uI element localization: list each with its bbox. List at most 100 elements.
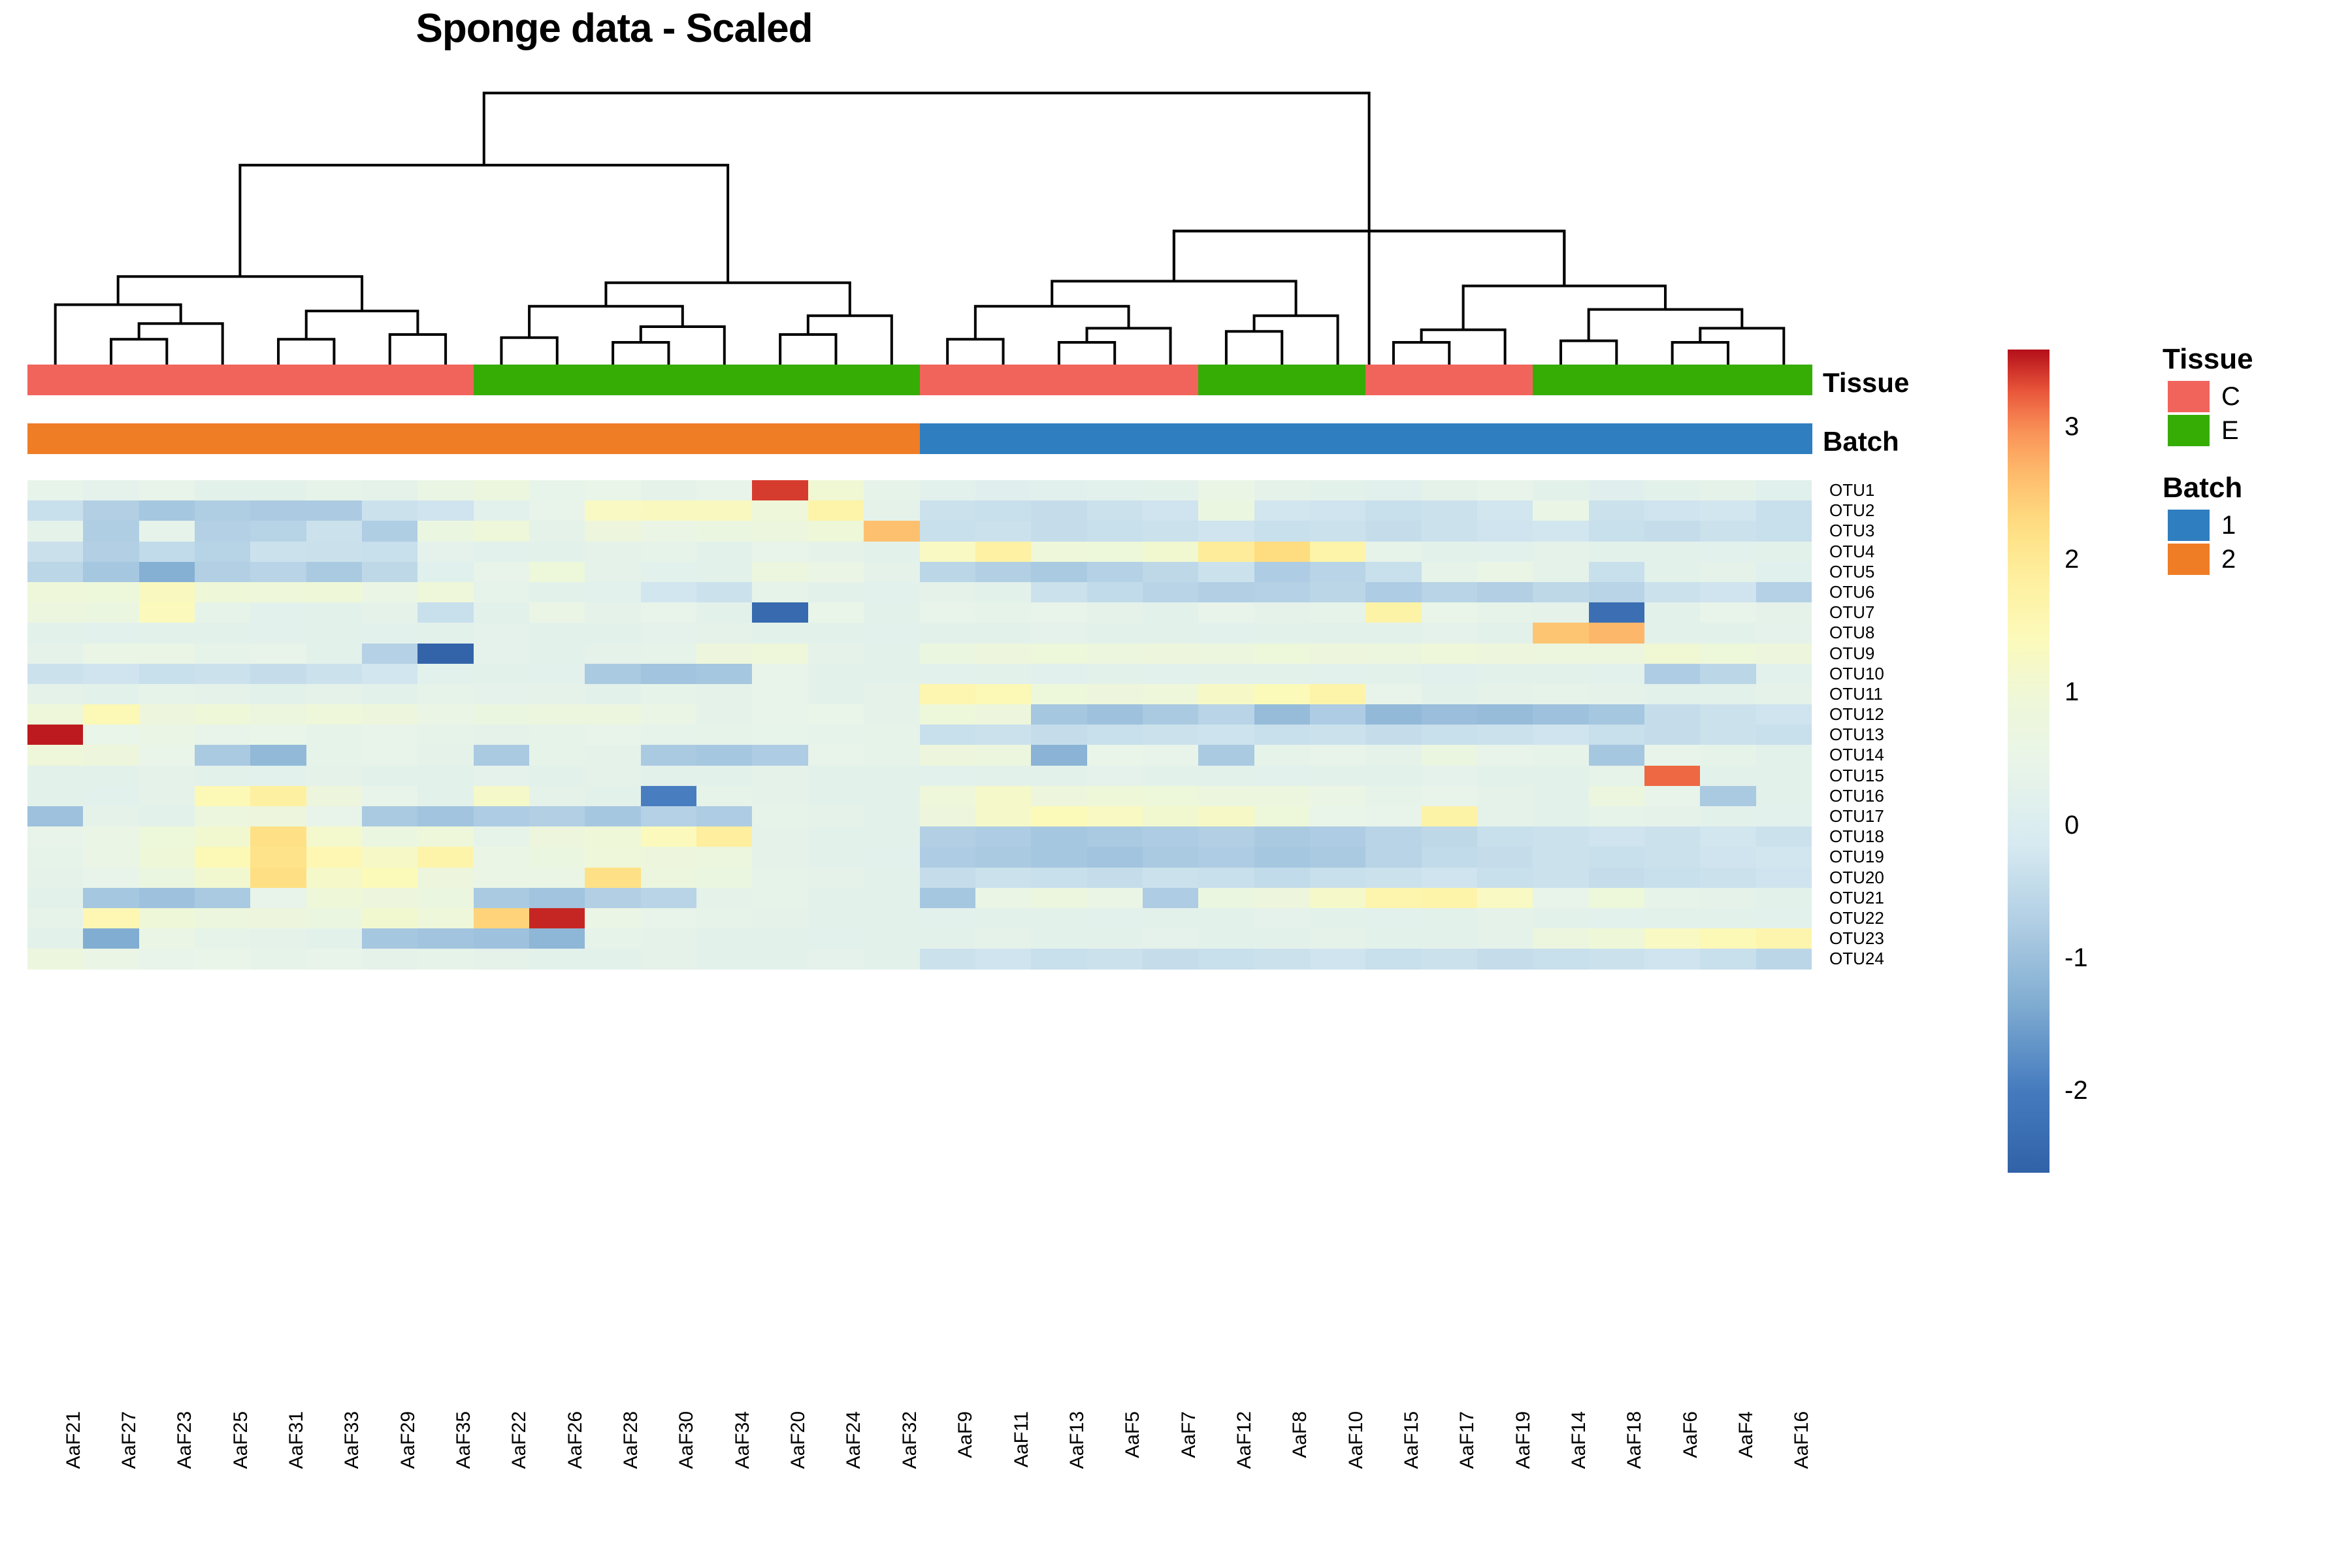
heatmap-cell [808,826,864,847]
heatmap-cell [640,521,697,542]
annotation-segment [975,365,1032,395]
heatmap-cell [27,928,84,949]
heatmap-cell [417,541,474,562]
heatmap-cell [362,949,418,970]
heatmap-cell [250,663,306,684]
heatmap-cell [1644,643,1701,664]
heatmap-cell [585,561,641,582]
column-label: AaF33 [341,1411,363,1469]
heatmap-cell [585,663,641,684]
heatmap-cell [1086,867,1143,888]
heatmap-cell [473,521,530,542]
heatmap-cell [1588,581,1644,603]
heatmap-cell [1477,480,1533,501]
heatmap-cell [1588,643,1644,664]
heatmap-cell [1365,928,1422,949]
heatmap-cell [1477,806,1533,827]
heatmap-cell [529,623,585,644]
heatmap-cell [640,867,697,888]
heatmap-cell [1365,643,1422,664]
heatmap-cell [808,785,864,806]
heatmap-cell [864,602,920,623]
heatmap-cell [139,521,195,542]
heatmap-cell [1421,745,1477,766]
heatmap-cell [1142,765,1199,786]
heatmap-cell [1142,826,1199,847]
annotation-segment [1756,423,1812,454]
row-label: OTU1 [1829,480,1875,500]
heatmap-cell [1031,928,1087,949]
heatmap-cell [83,541,139,562]
heatmap-cell [27,602,84,623]
batch-legend-title: Batch [2163,472,2243,504]
heatmap-cell [864,765,920,786]
heatmap-cell [696,725,753,745]
column-label: AaF30 [676,1411,698,1469]
heatmap-cell [1254,561,1310,582]
heatmap-cell [1700,480,1756,501]
heatmap-cell [1254,683,1310,705]
heatmap-cell [1477,683,1533,705]
annotation-segment [808,365,864,395]
heatmap-cell [1756,521,1812,542]
heatmap-cell [696,704,753,725]
heatmap-cell [1309,480,1366,501]
heatmap-cell [195,887,251,908]
heatmap-cell [975,623,1032,644]
heatmap-cell [362,500,418,521]
heatmap-cell [975,867,1032,888]
heatmap-cell [752,725,808,745]
heatmap-cell [696,623,753,644]
heatmap-cell [473,847,530,868]
heatmap-cell [585,704,641,725]
heatmap-cell [27,623,84,644]
heatmap-cell [139,785,195,806]
heatmap-cell [1421,785,1477,806]
heatmap-cell [1533,867,1589,888]
heatmap-cell [1086,561,1143,582]
column-label: AaF27 [118,1411,140,1469]
heatmap-cell [417,949,474,970]
heatmap-cell [195,521,251,542]
heatmap-cell [83,867,139,888]
heatmap-cell [195,500,251,521]
heatmap-cell [640,643,697,664]
heatmap-cell [1031,683,1087,705]
annotation-segment [362,365,418,395]
row-label: OTU5 [1829,561,1875,581]
heatmap-cell [864,806,920,827]
heatmap-cell [640,826,697,847]
annotation-segment [27,423,84,454]
heatmap-cell [752,581,808,603]
column-label: AaF23 [174,1411,196,1469]
heatmap-cell [752,847,808,868]
heatmap-cell [139,949,195,970]
heatmap-cell [83,500,139,521]
heatmap-cell [640,561,697,582]
heatmap-cell [1421,907,1477,929]
heatmap-cell [362,806,418,827]
heatmap-cell [696,541,753,562]
heatmap-cell [139,847,195,868]
heatmap-cell [585,725,641,745]
heatmap-cell [1254,867,1310,888]
annotation-segment [1254,423,1311,454]
heatmap-cell [473,541,530,562]
heatmap-cell [1254,949,1310,970]
colorbar-tick: 0 [2065,810,2080,840]
annotation-segment [306,365,363,395]
heatmap-cell [139,928,195,949]
annotation-segment [1142,423,1199,454]
row-label: OTU14 [1829,745,1884,765]
heatmap-row [27,949,1812,970]
heatmap-cell [473,826,530,847]
heatmap-cell [362,704,418,725]
heatmap-cell [1365,500,1422,521]
colorbar-tick: -2 [2065,1076,2088,1105]
heatmap-cell [1588,561,1644,582]
heatmap-cell [1086,500,1143,521]
heatmap-cell [752,907,808,929]
heatmap-cell [1533,623,1589,644]
heatmap-cell [1421,725,1477,745]
heatmap-cell [1142,704,1199,725]
